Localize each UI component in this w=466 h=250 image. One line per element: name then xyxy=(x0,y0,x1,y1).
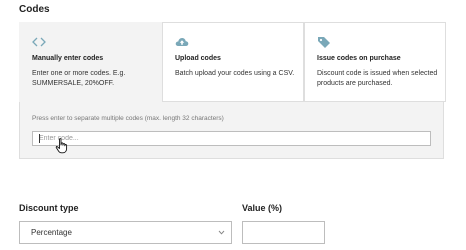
value-input[interactable] xyxy=(242,221,325,244)
option-manual-codes[interactable]: Manually enter codes Enter one or more c… xyxy=(19,22,162,102)
discount-type-select[interactable]: Percentage xyxy=(19,221,232,244)
option-description: Discount code is issued when selected pr… xyxy=(317,70,438,87)
codes-panel: Manually enter codes Enter one or more c… xyxy=(19,22,446,159)
codes-hint: Press enter to separate multiple codes (… xyxy=(32,115,224,122)
cloud-upload-icon xyxy=(175,37,189,46)
discount-type-selected: Percentage xyxy=(31,228,72,237)
option-upload-codes[interactable]: Upload codes Batch upload your codes usi… xyxy=(162,22,304,102)
option-issue-on-purchase[interactable]: Issue codes on purchase Discount code is… xyxy=(304,22,446,102)
code-input[interactable] xyxy=(32,131,431,146)
option-title: Manually enter codes xyxy=(32,55,104,62)
option-description: Batch upload your codes using a CSV. xyxy=(175,70,295,77)
text-caret xyxy=(39,134,40,143)
tag-icon xyxy=(318,37,330,48)
codes-section-title: Codes xyxy=(19,4,50,15)
value-label: Value (%) xyxy=(242,203,283,213)
option-title: Upload codes xyxy=(175,55,221,62)
chevron-down-icon xyxy=(218,230,225,235)
hand-pointer-icon xyxy=(55,138,68,154)
code-brackets-icon xyxy=(32,37,46,47)
option-title: Issue codes on purchase xyxy=(317,55,401,62)
option-description: Enter one or more codes. E.g. SUMMERSALE… xyxy=(32,70,126,87)
discount-type-label: Discount type xyxy=(19,203,79,213)
